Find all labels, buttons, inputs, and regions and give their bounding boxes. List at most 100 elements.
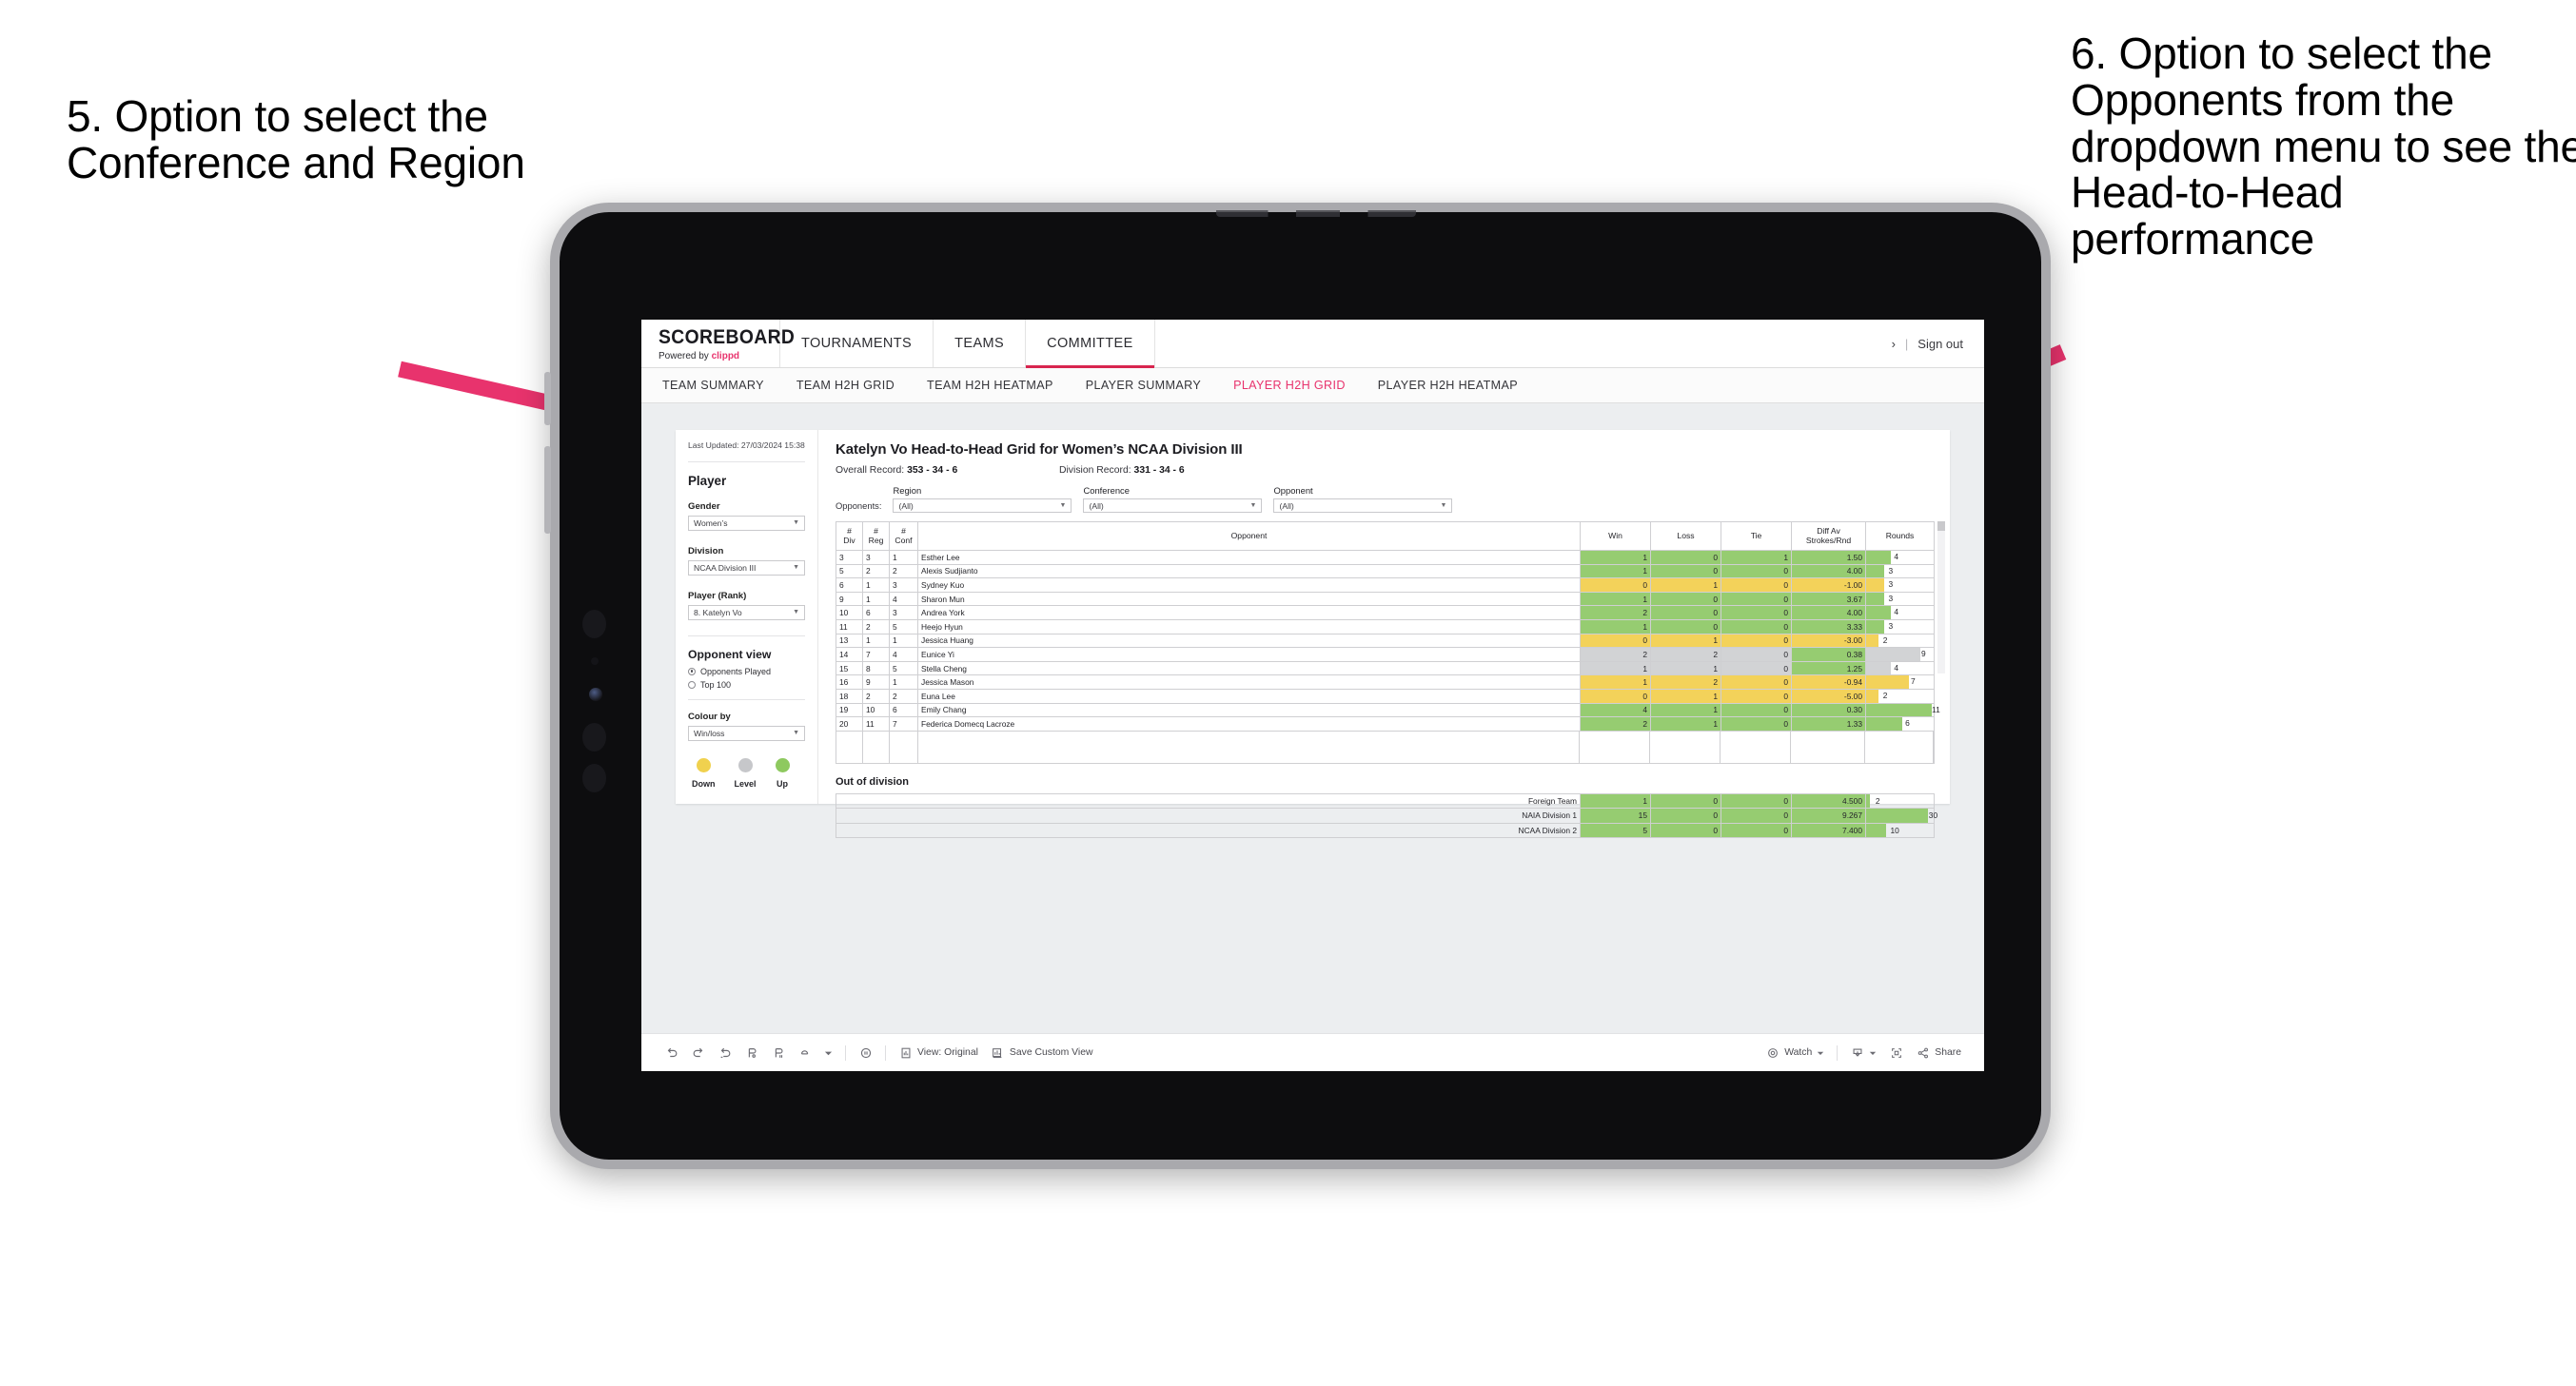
revert-icon[interactable] (718, 1045, 732, 1060)
player-value: 8. Katelyn Vo (694, 607, 742, 617)
cell-reg: 11 (862, 716, 890, 732)
table-row[interactable]: 3 3 1 Esther Lee 1 0 1 1.50 4 (836, 550, 1935, 565)
share-button[interactable]: Share (1916, 1045, 1961, 1060)
cell-loss: 0 (1650, 605, 1721, 620)
cell-tie: 0 (1721, 577, 1792, 593)
fullscreen-icon[interactable] (1889, 1045, 1903, 1060)
cell-opponent: Emily Chang (917, 702, 1581, 718)
radio-opponents-played-label: Opponents Played (700, 666, 772, 676)
chevron-down-icon: ▼ (793, 609, 799, 616)
col-opponent[interactable]: Opponent (917, 521, 1581, 551)
tab-player-summary[interactable]: PLAYER SUMMARY (1086, 379, 1201, 392)
cell-conf: 4 (889, 647, 918, 662)
cell-opponent: Euna Lee (917, 688, 1581, 704)
cell-rounds: 4 (1865, 605, 1935, 620)
filter-gender: Gender Women’s ▼ (688, 501, 805, 531)
tab-team-h2h-heatmap[interactable]: TEAM H2H HEATMAP (927, 379, 1053, 392)
col-rounds[interactable]: Rounds (1865, 521, 1935, 551)
user-chevron-icon[interactable]: › (1892, 337, 1896, 351)
col-reg[interactable]: # Reg (862, 521, 890, 551)
save-custom-view-button[interactable]: Save Custom View (991, 1045, 1093, 1060)
annotation-6-text: 6. Option to select the Opponents from t… (2071, 29, 2576, 264)
cell-ood-name: NCAA Division 2 (836, 822, 1581, 838)
filter-division: Division NCAA Division III ▼ (688, 546, 805, 576)
pause-updates-icon[interactable] (771, 1045, 785, 1060)
table-row[interactable]: 16 9 1 Jessica Mason 1 2 0 -0.94 7 (836, 674, 1935, 690)
gender-dropdown[interactable]: Women’s ▼ (688, 515, 805, 531)
table-row[interactable]: 13 1 1 Jessica Huang 0 1 0 -3.00 2 (836, 633, 1935, 649)
opponent-dropdown[interactable]: (All) ▼ (1273, 498, 1453, 513)
radio-opponents-played[interactable]: Opponents Played (688, 667, 805, 676)
table-row[interactable]: 11 2 5 Heejo Hyun 1 0 0 3.33 3 (836, 618, 1935, 634)
filter-division-label: Division (688, 545, 724, 556)
collapse-icon[interactable] (797, 1045, 812, 1060)
table-row[interactable]: 19 10 6 Emily Chang 4 1 0 0.30 11 (836, 702, 1940, 718)
chevron-down-icon: ▼ (1440, 502, 1447, 509)
out-of-division-table: Foreign Team 1 0 0 4.500 2 NAIA Division 1 15 0 0… (836, 792, 1937, 838)
table-row[interactable]: 10 6 3 Andrea York 2 0 0 4.00 4 (836, 605, 1935, 620)
cell-tie: 0 (1721, 633, 1792, 649)
cell-loss: 1 (1650, 633, 1721, 649)
refresh-data-icon[interactable] (744, 1045, 758, 1060)
brand-logo[interactable]: SCOREBOARD Powered by clippd (641, 320, 795, 367)
cell-conf: 1 (889, 550, 918, 565)
cell-rounds: 3 (1865, 591, 1935, 607)
table-row[interactable]: 5 2 2 Alexis Sudjianto 1 0 0 4.00 3 (836, 563, 1935, 579)
table-row[interactable]: 9 1 4 Sharon Mun 1 0 0 3.67 3 (836, 591, 1935, 607)
cell-rounds: 3 (1865, 618, 1935, 634)
cell-ood-win: 15 (1580, 808, 1651, 824)
legend-item-down: Down (692, 757, 716, 789)
table-row[interactable]: 15 8 5 Stella Cheng 1 1 0 1.25 4 (836, 660, 1935, 676)
chevron-down-icon[interactable] (824, 1045, 833, 1060)
col-loss[interactable]: Loss (1650, 521, 1721, 551)
view-original-button[interactable]: View: Original (898, 1045, 978, 1060)
colour-by-dropdown[interactable]: Win/loss ▼ (688, 725, 805, 741)
download-button[interactable] (1850, 1045, 1877, 1060)
region-label: Region (893, 485, 922, 496)
pause-auto-updates-icon[interactable] (858, 1045, 873, 1060)
radio-top-100-label: Top 100 (700, 679, 732, 690)
share-label: Share (1935, 1047, 1961, 1058)
player-section-title: Player (688, 473, 727, 488)
cell-loss: 0 (1650, 591, 1721, 607)
tab-team-h2h-grid[interactable]: TEAM H2H GRID (796, 379, 895, 392)
nav-item-committee[interactable]: COMMITTEE (1026, 320, 1155, 368)
conference-dropdown[interactable]: (All) ▼ (1083, 498, 1263, 513)
player-dropdown[interactable]: 8. Katelyn Vo ▼ (688, 604, 805, 620)
viz-panel: Katelyn Vo Head-to-Head Grid for Women’s… (818, 430, 1950, 838)
table-row[interactable]: 20 11 7 Federica Domecq Lacroze 2 1 0 1.33 6 (836, 716, 1935, 732)
tab-team-summary[interactable]: TEAM SUMMARY (662, 379, 764, 392)
cell-tie: 0 (1721, 591, 1792, 607)
col-diff-av-strokes[interactable]: Diff Av Strokes/Rnd (1791, 521, 1866, 551)
col-diff-l2: Strokes/Rnd (1805, 535, 1852, 545)
chevron-down-icon: ▼ (1249, 502, 1257, 509)
col-div[interactable]: # Div (836, 521, 863, 551)
cell-tie: 0 (1721, 563, 1792, 579)
table-row[interactable]: Foreign Team 1 0 0 4.500 2 (836, 792, 1935, 810)
nav-item-tournaments[interactable]: TOURNAMENTS (780, 320, 934, 367)
cell-win: 2 (1580, 716, 1651, 732)
table-row[interactable]: 14 7 4 Eunice Yi 2 2 0 0.38 9 (836, 647, 1935, 662)
tab-player-h2h-heatmap[interactable]: PLAYER H2H HEATMAP (1378, 379, 1518, 392)
tab-player-h2h-grid[interactable]: PLAYER H2H GRID (1233, 379, 1346, 392)
region-dropdown[interactable]: (All) ▼ (893, 498, 1072, 513)
cell-rounds: 2 (1865, 633, 1935, 649)
cell-tie: 1 (1721, 550, 1792, 565)
division-dropdown[interactable]: NCAA Division III ▼ (688, 559, 805, 576)
watch-button[interactable]: Watch (1765, 1045, 1824, 1060)
sign-out-link[interactable]: Sign out (1917, 337, 1963, 351)
grid-scrollbar-thumb[interactable] (1937, 521, 1945, 531)
col-win[interactable]: Win (1580, 521, 1651, 551)
table-row[interactable]: 6 1 3 Sydney Kuo 0 1 0 -1.00 3 (836, 577, 1935, 593)
table-row[interactable]: 18 2 2 Euna Lee 0 1 0 -5.00 2 (836, 688, 1935, 704)
grid-scrollbar-track[interactable] (1937, 521, 1945, 673)
radio-top-100[interactable]: Top 100 (688, 680, 805, 690)
col-conf[interactable]: # Conf (889, 521, 918, 551)
col-tie[interactable]: Tie (1721, 521, 1792, 551)
cell-reg: 1 (862, 577, 890, 593)
table-row[interactable]: NCAA Division 2 5 0 0 7.400 10 (836, 822, 1935, 838)
nav-item-teams[interactable]: TEAMS (934, 320, 1027, 367)
table-row[interactable]: NAIA Division 1 15 0 0 9.267 30 (836, 808, 1937, 824)
undo-icon[interactable] (664, 1045, 678, 1060)
redo-icon[interactable] (691, 1045, 705, 1060)
